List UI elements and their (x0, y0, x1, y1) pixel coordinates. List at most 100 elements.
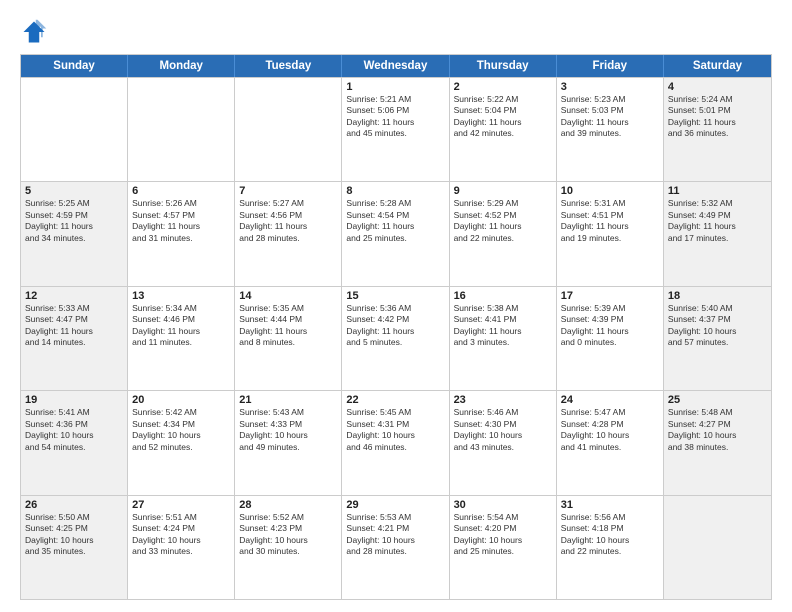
day-number: 10 (561, 185, 659, 197)
day-cell-31: 31Sunrise: 5:56 AM Sunset: 4:18 PM Dayli… (557, 496, 664, 599)
calendar-row-3: 19Sunrise: 5:41 AM Sunset: 4:36 PM Dayli… (21, 390, 771, 494)
day-number: 15 (346, 290, 444, 302)
day-header-friday: Friday (557, 55, 664, 77)
day-number: 18 (668, 290, 767, 302)
day-info: Sunrise: 5:21 AM Sunset: 5:06 PM Dayligh… (346, 94, 444, 140)
day-header-wednesday: Wednesday (342, 55, 449, 77)
day-number: 12 (25, 290, 123, 302)
day-info: Sunrise: 5:33 AM Sunset: 4:47 PM Dayligh… (25, 303, 123, 349)
day-info: Sunrise: 5:52 AM Sunset: 4:23 PM Dayligh… (239, 512, 337, 558)
day-cell-18: 18Sunrise: 5:40 AM Sunset: 4:37 PM Dayli… (664, 287, 771, 390)
calendar-row-0: 1Sunrise: 5:21 AM Sunset: 5:06 PM Daylig… (21, 77, 771, 181)
day-number: 17 (561, 290, 659, 302)
day-info: Sunrise: 5:47 AM Sunset: 4:28 PM Dayligh… (561, 407, 659, 453)
day-cell-24: 24Sunrise: 5:47 AM Sunset: 4:28 PM Dayli… (557, 391, 664, 494)
day-cell-4: 4Sunrise: 5:24 AM Sunset: 5:01 PM Daylig… (664, 78, 771, 181)
day-number: 3 (561, 81, 659, 93)
day-number: 31 (561, 499, 659, 511)
day-cell-13: 13Sunrise: 5:34 AM Sunset: 4:46 PM Dayli… (128, 287, 235, 390)
day-info: Sunrise: 5:23 AM Sunset: 5:03 PM Dayligh… (561, 94, 659, 140)
day-info: Sunrise: 5:22 AM Sunset: 5:04 PM Dayligh… (454, 94, 552, 140)
day-number: 13 (132, 290, 230, 302)
day-info: Sunrise: 5:43 AM Sunset: 4:33 PM Dayligh… (239, 407, 337, 453)
day-cell-28: 28Sunrise: 5:52 AM Sunset: 4:23 PM Dayli… (235, 496, 342, 599)
day-info: Sunrise: 5:48 AM Sunset: 4:27 PM Dayligh… (668, 407, 767, 453)
empty-cell-0-2 (235, 78, 342, 181)
day-number: 24 (561, 394, 659, 406)
day-info: Sunrise: 5:38 AM Sunset: 4:41 PM Dayligh… (454, 303, 552, 349)
day-number: 9 (454, 185, 552, 197)
day-cell-3: 3Sunrise: 5:23 AM Sunset: 5:03 PM Daylig… (557, 78, 664, 181)
day-cell-1: 1Sunrise: 5:21 AM Sunset: 5:06 PM Daylig… (342, 78, 449, 181)
day-cell-5: 5Sunrise: 5:25 AM Sunset: 4:59 PM Daylig… (21, 182, 128, 285)
day-info: Sunrise: 5:46 AM Sunset: 4:30 PM Dayligh… (454, 407, 552, 453)
empty-cell-0-1 (128, 78, 235, 181)
day-cell-23: 23Sunrise: 5:46 AM Sunset: 4:30 PM Dayli… (450, 391, 557, 494)
calendar-header-row: SundayMondayTuesdayWednesdayThursdayFrid… (21, 55, 771, 77)
day-info: Sunrise: 5:26 AM Sunset: 4:57 PM Dayligh… (132, 198, 230, 244)
day-number: 22 (346, 394, 444, 406)
day-cell-17: 17Sunrise: 5:39 AM Sunset: 4:39 PM Dayli… (557, 287, 664, 390)
calendar-row-2: 12Sunrise: 5:33 AM Sunset: 4:47 PM Dayli… (21, 286, 771, 390)
day-info: Sunrise: 5:35 AM Sunset: 4:44 PM Dayligh… (239, 303, 337, 349)
day-number: 4 (668, 81, 767, 93)
day-info: Sunrise: 5:56 AM Sunset: 4:18 PM Dayligh… (561, 512, 659, 558)
day-info: Sunrise: 5:45 AM Sunset: 4:31 PM Dayligh… (346, 407, 444, 453)
day-number: 27 (132, 499, 230, 511)
day-number: 20 (132, 394, 230, 406)
day-number: 1 (346, 81, 444, 93)
day-info: Sunrise: 5:28 AM Sunset: 4:54 PM Dayligh… (346, 198, 444, 244)
day-cell-20: 20Sunrise: 5:42 AM Sunset: 4:34 PM Dayli… (128, 391, 235, 494)
day-info: Sunrise: 5:25 AM Sunset: 4:59 PM Dayligh… (25, 198, 123, 244)
day-number: 19 (25, 394, 123, 406)
calendar-row-1: 5Sunrise: 5:25 AM Sunset: 4:59 PM Daylig… (21, 181, 771, 285)
day-cell-11: 11Sunrise: 5:32 AM Sunset: 4:49 PM Dayli… (664, 182, 771, 285)
day-cell-7: 7Sunrise: 5:27 AM Sunset: 4:56 PM Daylig… (235, 182, 342, 285)
day-info: Sunrise: 5:42 AM Sunset: 4:34 PM Dayligh… (132, 407, 230, 453)
empty-cell-4-6 (664, 496, 771, 599)
empty-cell-0-0 (21, 78, 128, 181)
day-info: Sunrise: 5:50 AM Sunset: 4:25 PM Dayligh… (25, 512, 123, 558)
logo-icon (20, 18, 48, 46)
day-number: 28 (239, 499, 337, 511)
day-number: 29 (346, 499, 444, 511)
day-number: 11 (668, 185, 767, 197)
day-info: Sunrise: 5:39 AM Sunset: 4:39 PM Dayligh… (561, 303, 659, 349)
day-info: Sunrise: 5:40 AM Sunset: 4:37 PM Dayligh… (668, 303, 767, 349)
day-info: Sunrise: 5:27 AM Sunset: 4:56 PM Dayligh… (239, 198, 337, 244)
day-cell-29: 29Sunrise: 5:53 AM Sunset: 4:21 PM Dayli… (342, 496, 449, 599)
day-number: 16 (454, 290, 552, 302)
day-header-monday: Monday (128, 55, 235, 77)
day-cell-15: 15Sunrise: 5:36 AM Sunset: 4:42 PM Dayli… (342, 287, 449, 390)
day-number: 30 (454, 499, 552, 511)
day-info: Sunrise: 5:41 AM Sunset: 4:36 PM Dayligh… (25, 407, 123, 453)
day-number: 25 (668, 394, 767, 406)
day-cell-30: 30Sunrise: 5:54 AM Sunset: 4:20 PM Dayli… (450, 496, 557, 599)
calendar-row-4: 26Sunrise: 5:50 AM Sunset: 4:25 PM Dayli… (21, 495, 771, 599)
day-cell-9: 9Sunrise: 5:29 AM Sunset: 4:52 PM Daylig… (450, 182, 557, 285)
day-number: 21 (239, 394, 337, 406)
day-number: 26 (25, 499, 123, 511)
day-info: Sunrise: 5:34 AM Sunset: 4:46 PM Dayligh… (132, 303, 230, 349)
day-cell-19: 19Sunrise: 5:41 AM Sunset: 4:36 PM Dayli… (21, 391, 128, 494)
day-number: 6 (132, 185, 230, 197)
day-header-saturday: Saturday (664, 55, 771, 77)
calendar-body: 1Sunrise: 5:21 AM Sunset: 5:06 PM Daylig… (21, 77, 771, 599)
day-cell-10: 10Sunrise: 5:31 AM Sunset: 4:51 PM Dayli… (557, 182, 664, 285)
day-header-tuesday: Tuesday (235, 55, 342, 77)
day-cell-6: 6Sunrise: 5:26 AM Sunset: 4:57 PM Daylig… (128, 182, 235, 285)
day-cell-22: 22Sunrise: 5:45 AM Sunset: 4:31 PM Dayli… (342, 391, 449, 494)
day-info: Sunrise: 5:53 AM Sunset: 4:21 PM Dayligh… (346, 512, 444, 558)
day-info: Sunrise: 5:54 AM Sunset: 4:20 PM Dayligh… (454, 512, 552, 558)
page-header (20, 18, 772, 46)
day-number: 7 (239, 185, 337, 197)
day-info: Sunrise: 5:36 AM Sunset: 4:42 PM Dayligh… (346, 303, 444, 349)
day-number: 14 (239, 290, 337, 302)
day-info: Sunrise: 5:31 AM Sunset: 4:51 PM Dayligh… (561, 198, 659, 244)
day-number: 8 (346, 185, 444, 197)
day-number: 5 (25, 185, 123, 197)
day-info: Sunrise: 5:24 AM Sunset: 5:01 PM Dayligh… (668, 94, 767, 140)
day-info: Sunrise: 5:32 AM Sunset: 4:49 PM Dayligh… (668, 198, 767, 244)
day-info: Sunrise: 5:51 AM Sunset: 4:24 PM Dayligh… (132, 512, 230, 558)
day-cell-8: 8Sunrise: 5:28 AM Sunset: 4:54 PM Daylig… (342, 182, 449, 285)
